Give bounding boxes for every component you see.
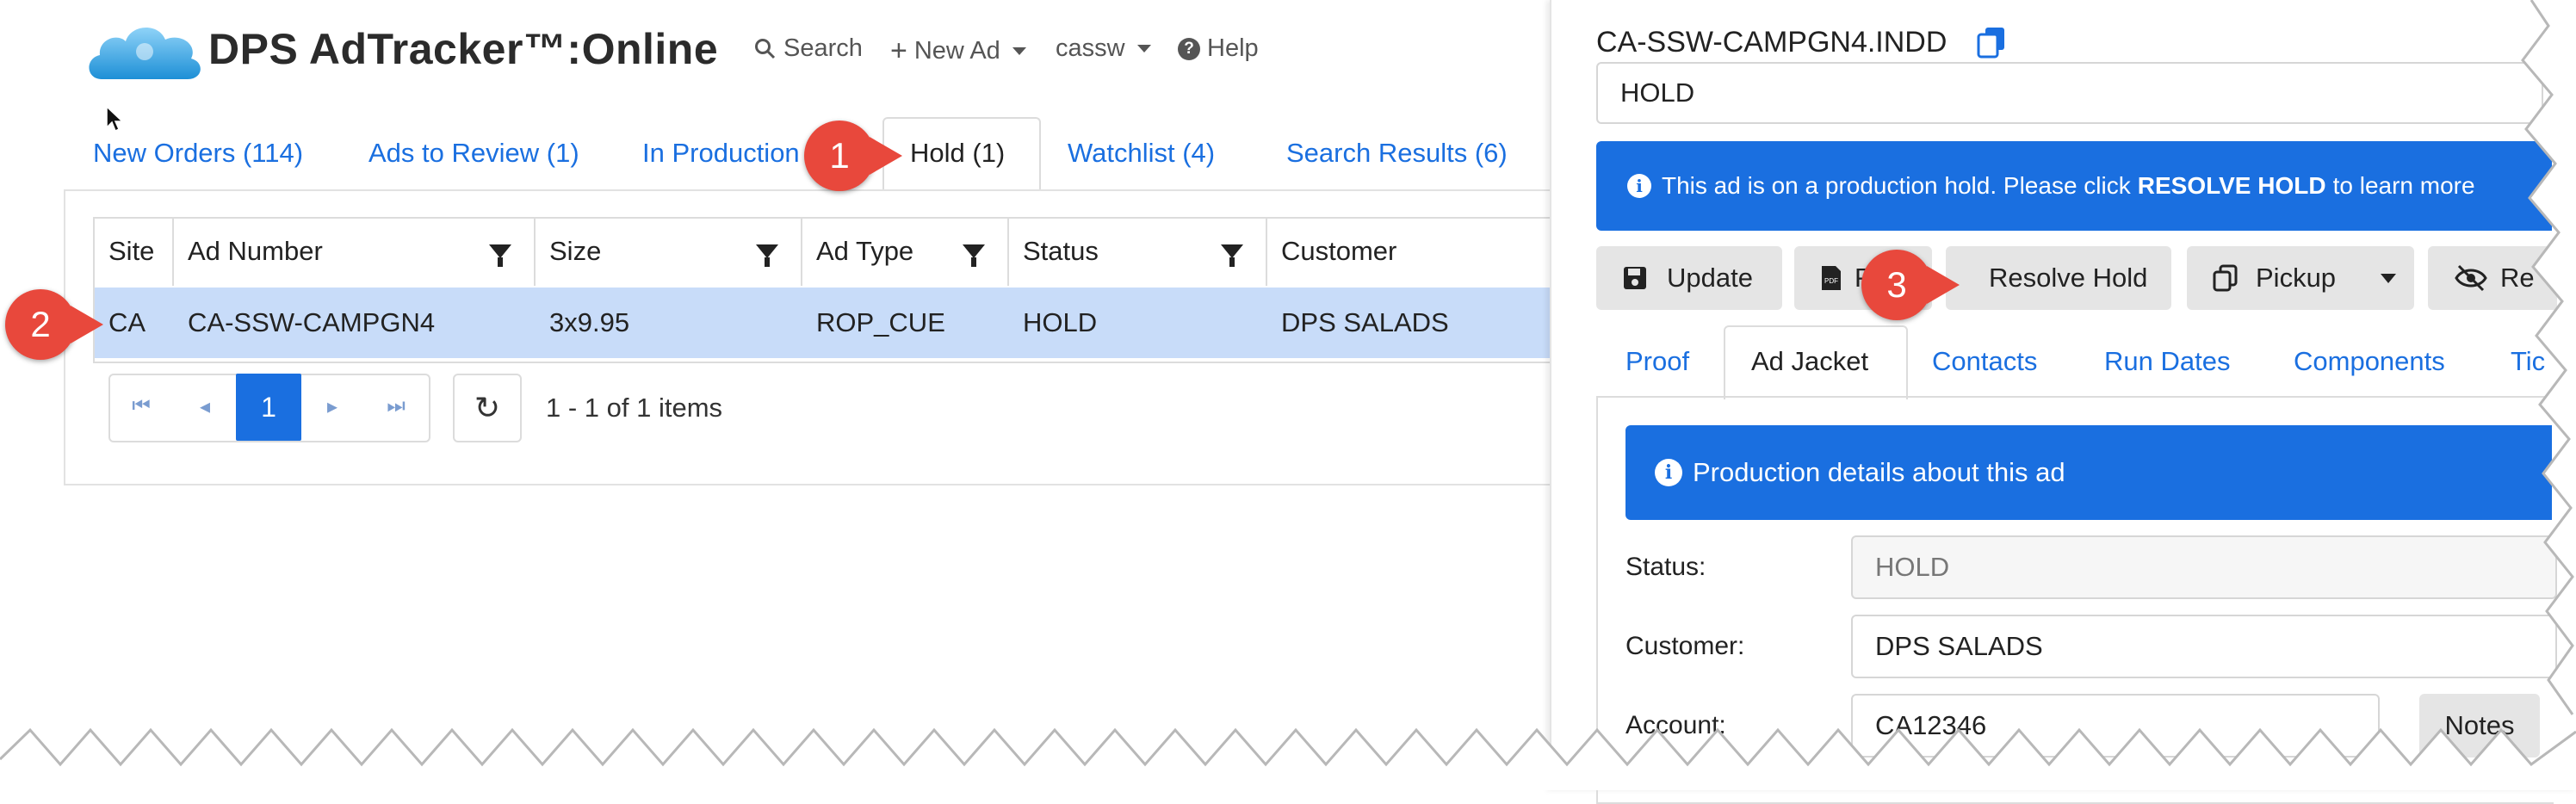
cell-ad-type: ROP_CUE [816, 307, 945, 337]
caret-down-icon [1136, 45, 1151, 53]
cell-site: CA [108, 307, 146, 337]
app-brand-title: DPS AdTracker™:Online [208, 25, 719, 73]
column-header-status[interactable]: Status [1009, 217, 1267, 286]
tab-ad-jacket-label: Ad Jacket [1751, 346, 1869, 376]
callout-pointer [71, 306, 103, 343]
customer-label: Customer: [1625, 632, 1745, 660]
callout-step-3: 3 [1861, 250, 1932, 320]
cell-customer: DPS SALADS [1281, 307, 1449, 337]
tab-components[interactable]: Components [2294, 346, 2445, 377]
hold-alert: i This ad is on a production hold. Pleas… [1596, 141, 2552, 231]
search-nav-label: Search [783, 34, 863, 62]
save-icon [1624, 267, 1646, 289]
caret-down-icon [1012, 47, 1026, 55]
info-icon: i [1655, 459, 1682, 486]
remove-button[interactable]: Re [2428, 246, 2557, 310]
help-label: Help [1207, 34, 1259, 62]
file-title: CA-SSW-CAMPGN4.INDD [1596, 26, 1947, 59]
column-header-customer[interactable]: Customer [1267, 217, 1557, 286]
last-page-icon[interactable]: ⏭ [365, 375, 427, 437]
column-header-label: Status [1023, 236, 1099, 266]
hold-alert-emphasis: RESOLVE HOLD [2137, 172, 2326, 199]
tab-hold-label: Hold (1) [910, 138, 1006, 168]
eye-slash-icon [2455, 264, 2487, 292]
account-input[interactable]: CA12346 [1851, 694, 2380, 758]
next-page-icon[interactable]: ▸ [301, 375, 363, 437]
page-button-current[interactable]: 1 [236, 374, 301, 441]
info-icon: i [1627, 174, 1651, 198]
remove-label: Re [2500, 263, 2535, 293]
column-header-label: Ad Type [816, 236, 914, 266]
cell-size: 3x9.95 [549, 307, 630, 337]
plus-icon: + [890, 34, 907, 67]
resolve-hold-label: Resolve Hold [1989, 263, 2148, 293]
callout-pointer [1927, 266, 1960, 304]
status-input[interactable]: HOLD [1851, 535, 2557, 599]
copy-icon[interactable] [1977, 26, 2006, 59]
filter-icon[interactable] [963, 244, 985, 267]
filter-icon[interactable] [756, 244, 778, 267]
tab-run-dates[interactable]: Run Dates [2104, 346, 2230, 377]
production-alert-text: Production details about this ad [1693, 457, 2065, 487]
callout-pointer [870, 137, 902, 175]
callout-step-2: 2 [5, 289, 76, 360]
copy-icon [2213, 264, 2238, 292]
svg-text:PDF: PDF [1824, 277, 1838, 285]
tab-contacts[interactable]: Contacts [1932, 346, 2037, 377]
filter-icon[interactable] [489, 244, 511, 267]
search-icon [755, 38, 776, 59]
tab-ads-to-review[interactable]: Ads to Review (1) [368, 138, 579, 169]
update-label: Update [1667, 263, 1753, 293]
pdf-file-icon: PDF [1822, 266, 1841, 290]
update-button[interactable]: Update [1596, 246, 1782, 310]
cloud-logo-icon [89, 27, 201, 79]
column-header-label: Site [108, 236, 155, 266]
user-name: cassw [1056, 34, 1125, 62]
caret-down-icon [2381, 273, 2397, 283]
customer-input[interactable]: DPS SALADS [1851, 615, 2557, 678]
filter-icon[interactable] [1221, 244, 1243, 267]
column-header-size[interactable]: Size [536, 217, 802, 286]
tab-watchlist[interactable]: Watchlist (4) [1068, 138, 1215, 169]
resolve-hold-button[interactable]: Resolve Hold [1946, 246, 2171, 310]
mouse-cursor-icon [106, 105, 124, 133]
new-ad-label: New Ad [913, 37, 1000, 65]
column-header-label: Customer [1281, 236, 1397, 266]
tab-search-results[interactable]: Search Results (6) [1286, 138, 1508, 169]
pickup-dropdown-button[interactable]: Pickup [2187, 246, 2414, 310]
hold-status-field[interactable]: HOLD [1596, 62, 2543, 124]
user-menu[interactable]: cassw [1056, 34, 1151, 63]
account-label: Account: [1625, 711, 1726, 739]
refresh-icon: ↻ [474, 390, 501, 425]
notes-button[interactable]: Notes [2419, 694, 2540, 758]
cell-status: HOLD [1023, 307, 1098, 337]
hold-alert-text: This ad is on a production hold. Please … [1662, 172, 2131, 199]
search-nav-link[interactable]: Search [754, 34, 863, 63]
callout-step-1: 1 [804, 121, 875, 191]
new-ad-menu[interactable]: + New Ad [890, 34, 1026, 68]
question-circle-icon: ? [1178, 37, 1200, 60]
column-header-label: Ad Number [188, 236, 323, 266]
cell-ad-number: CA-SSW-CAMPGN4 [188, 307, 436, 337]
refresh-button[interactable]: ↻ [453, 374, 522, 442]
status-label: Status: [1625, 553, 1706, 581]
pager-info: 1 - 1 of 1 items [546, 393, 723, 423]
help-link[interactable]: ? Help [1178, 34, 1259, 63]
tab-tickets[interactable]: Tic [2511, 346, 2545, 377]
first-page-icon[interactable]: ⏮ [110, 375, 172, 437]
prev-page-icon[interactable]: ◂ [174, 375, 236, 437]
pickup-label: Pickup [2256, 263, 2337, 293]
column-header-ad-number[interactable]: Ad Number [174, 217, 536, 286]
column-header-label: Size [549, 236, 602, 266]
tab-proof[interactable]: Proof [1625, 346, 1689, 377]
column-header-ad-type[interactable]: Ad Type [802, 217, 1009, 286]
column-header-site[interactable]: Site [95, 217, 174, 286]
tab-in-production[interactable]: In Production [642, 138, 800, 169]
tab-new-orders[interactable]: New Orders (114) [93, 138, 303, 169]
hold-alert-suffix: to learn more [2332, 172, 2475, 199]
production-alert: i Production details about this ad [1625, 425, 2552, 520]
